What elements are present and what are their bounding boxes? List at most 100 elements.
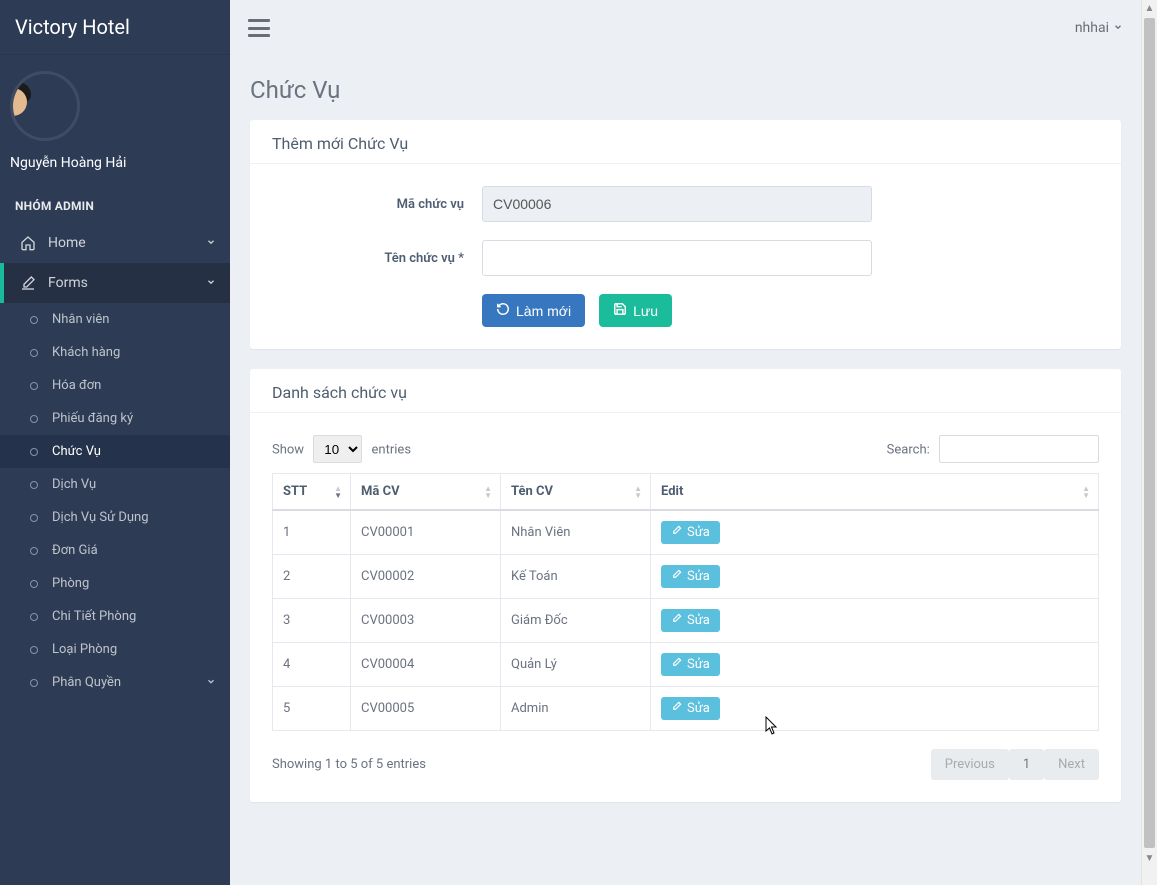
menu-toggle-icon[interactable] xyxy=(248,19,270,37)
col-edit[interactable]: Edit xyxy=(651,474,1099,511)
cell-ma: CV00005 xyxy=(351,687,501,731)
search-input[interactable] xyxy=(939,435,1099,463)
sidebar-item-label: Dịch Vụ xyxy=(52,477,96,492)
sidebar-item-dich-vu[interactable]: Dịch Vụ xyxy=(0,468,230,501)
sidebar-item-label: Chi Tiết Phòng xyxy=(52,609,136,624)
save-label: Lưu xyxy=(633,303,658,319)
user-short-name: nhhai xyxy=(1075,20,1109,36)
name-input[interactable] xyxy=(482,240,872,276)
topbar: nhhai xyxy=(230,0,1141,56)
sidebar-item-chi-tiet-phong[interactable]: Chi Tiết Phòng xyxy=(0,600,230,633)
sidebar-item-dich-vu-su-dung[interactable]: Dịch Vụ Sử Dụng xyxy=(0,501,230,534)
sidebar-item-label: Khách hàng xyxy=(52,345,120,360)
pager-prev[interactable]: Previous xyxy=(931,749,1009,780)
sidebar-item-phan-quyen[interactable]: Phân Quyền xyxy=(0,666,230,699)
content: Chức Vụ Thêm mới Chức Vụ Mã chức vụ Tên … xyxy=(230,56,1141,842)
panel-form-header: Thêm mới Chức Vụ xyxy=(250,120,1121,164)
user-menu[interactable]: nhhai xyxy=(1075,20,1123,36)
sidebar-item-phong[interactable]: Phòng xyxy=(0,567,230,600)
pencil-icon xyxy=(671,525,682,540)
show-label: Show xyxy=(272,443,304,458)
edit-button[interactable]: Sửa xyxy=(661,521,720,544)
avatar[interactable] xyxy=(10,71,80,141)
code-label: Mã chức vụ xyxy=(272,197,482,212)
scroll-thumb[interactable] xyxy=(1144,18,1155,848)
table-row: 5 CV00005 Admin Sửa xyxy=(273,687,1099,731)
table-row: 2 CV00002 Kế Toán Sửa xyxy=(273,555,1099,599)
col-ten-cv[interactable]: Tên CV xyxy=(501,474,651,511)
col-ma-cv[interactable]: Mã CV xyxy=(351,474,501,511)
cell-stt: 2 xyxy=(273,555,351,599)
cell-stt: 1 xyxy=(273,510,351,555)
edit-button[interactable]: Sửa xyxy=(661,609,720,632)
pager-next[interactable]: Next xyxy=(1044,749,1099,780)
sort-icon xyxy=(334,485,342,499)
panel-list: Danh sách chức vụ Show 10 entries Search… xyxy=(250,369,1121,802)
sort-icon xyxy=(1082,485,1090,499)
reset-label: Làm mới xyxy=(516,303,571,319)
sidebar-item-label: Phiếu đăng ký xyxy=(52,411,133,426)
pencil-icon xyxy=(671,657,682,672)
sidebar-item-nhan-vien[interactable]: Nhân viên xyxy=(0,303,230,336)
page-size-control: Show 10 entries xyxy=(272,435,411,463)
nav-label: Forms xyxy=(48,275,88,291)
edit-button[interactable]: Sửa xyxy=(661,697,720,720)
page-size-select[interactable]: 10 xyxy=(313,435,362,463)
chevron-down-icon xyxy=(206,235,216,251)
cell-ma: CV00001 xyxy=(351,510,501,555)
nav-list: Home Forms xyxy=(0,223,230,303)
search-control: Search: xyxy=(887,435,1099,463)
nav-label: Home xyxy=(48,235,86,251)
reset-button[interactable]: Làm mới xyxy=(482,294,585,327)
sidebar-item-label: Phòng xyxy=(52,576,89,591)
save-button[interactable]: Lưu xyxy=(599,294,672,327)
sidebar-item-label: Nhân viên xyxy=(52,312,109,327)
sidebar-item-chuc-vu[interactable]: Chức Vụ xyxy=(0,435,230,468)
sidebar-item-don-gia[interactable]: Đơn Giá xyxy=(0,534,230,567)
panel-list-header: Danh sách chức vụ xyxy=(250,369,1121,413)
cell-ten: Quản Lý xyxy=(501,643,651,687)
sidebar-item-label: Phân Quyền xyxy=(52,675,121,690)
edit-button[interactable]: Sửa xyxy=(661,565,720,588)
sidebar-item-hoa-don[interactable]: Hóa đơn xyxy=(0,369,230,402)
pager: Previous 1 Next xyxy=(931,749,1099,780)
sidebar-item-label: Đơn Giá xyxy=(52,543,98,558)
scrollbar-vertical[interactable]: ▲ ▼ xyxy=(1141,0,1157,885)
search-label: Search: xyxy=(887,443,930,458)
undo-icon xyxy=(496,302,510,319)
sidebar-item-label: Loại Phòng xyxy=(52,642,117,657)
cell-ten: Giám Đốc xyxy=(501,599,651,643)
edit-icon xyxy=(16,275,40,291)
table-row: 4 CV00004 Quản Lý Sửa xyxy=(273,643,1099,687)
user-display-name: Nguyễn Hoàng Hải xyxy=(10,155,220,171)
cell-ten: Kế Toán xyxy=(501,555,651,599)
chevron-down-icon xyxy=(206,275,216,291)
sidebar-item-loai-phong[interactable]: Loại Phòng xyxy=(0,633,230,666)
name-label: Tên chức vụ * xyxy=(272,251,482,266)
table-row: 3 CV00003 Giám Đốc Sửa xyxy=(273,599,1099,643)
cell-ten: Nhân Viên xyxy=(501,510,651,555)
nav-item-home[interactable]: Home xyxy=(0,223,230,263)
chevron-down-icon xyxy=(206,675,216,690)
home-icon xyxy=(16,235,40,251)
sidebar-item-label: Hóa đơn xyxy=(52,378,101,393)
cell-stt: 3 xyxy=(273,599,351,643)
pencil-icon xyxy=(671,613,682,628)
main: nhhai Chức Vụ Thêm mới Chức Vụ Mã chức v… xyxy=(230,0,1141,885)
brand-title: Victory Hotel xyxy=(0,0,230,55)
cell-ma: CV00003 xyxy=(351,599,501,643)
nav-item-forms[interactable]: Forms xyxy=(0,263,230,303)
sidebar-item-khach-hang[interactable]: Khách hàng xyxy=(0,336,230,369)
col-stt[interactable]: STT xyxy=(273,474,351,511)
sort-icon xyxy=(484,485,492,499)
sidebar-item-label: Chức Vụ xyxy=(52,444,101,459)
sidebar-item-phieu-dang-ky[interactable]: Phiếu đăng ký xyxy=(0,402,230,435)
scroll-up-icon[interactable]: ▲ xyxy=(1142,0,1157,16)
scroll-down-icon[interactable]: ▼ xyxy=(1142,850,1157,866)
entries-label: entries xyxy=(372,443,412,458)
sidebar: Victory Hotel Nguyễn Hoàng Hải NHÓM ADMI… xyxy=(0,0,230,885)
user-block: Nguyễn Hoàng Hải xyxy=(0,55,230,181)
cell-stt: 5 xyxy=(273,687,351,731)
pager-current[interactable]: 1 xyxy=(1009,749,1044,780)
edit-button[interactable]: Sửa xyxy=(661,653,720,676)
